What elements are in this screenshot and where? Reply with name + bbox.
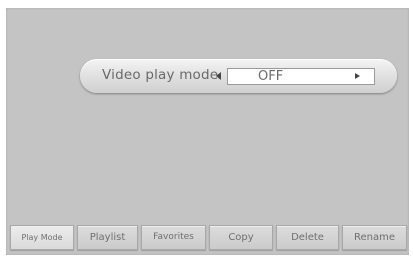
setting-value: OFF [258,69,284,84]
bottom-toolbar: Play Mode Playlist Favorites Copy Delete… [10,225,407,250]
delete-button[interactable]: Delete [276,225,339,250]
settings-screen: Video play mode OFF Play Mode Playlist F… [6,8,409,255]
copy-button[interactable]: Copy [209,225,273,250]
video-play-mode-setting[interactable]: Video play mode OFF [80,59,397,93]
arrow-right-icon[interactable] [355,73,360,79]
favorites-button[interactable]: Favorites [141,225,206,250]
play-mode-button[interactable]: Play Mode [10,225,74,250]
rename-button[interactable]: Rename [342,225,407,250]
arrow-left-icon[interactable] [216,72,221,80]
setting-label: Video play mode [102,67,219,83]
playlist-button[interactable]: Playlist [77,225,138,250]
setting-value-box[interactable]: OFF [227,68,375,85]
